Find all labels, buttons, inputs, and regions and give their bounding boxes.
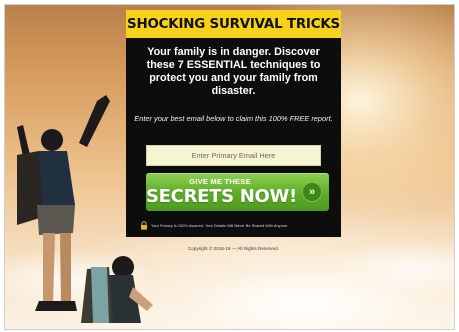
cta-small-text: GIVE ME THESE [189, 177, 251, 186]
lock-icon [141, 220, 147, 230]
copyright-text: Copyright © 2015-16 — All Rights Reserve… [188, 246, 279, 251]
email-input[interactable] [146, 145, 321, 166]
get-secrets-button[interactable]: GIVE ME THESE SECRETS NOW! » [146, 173, 329, 211]
headline-bar: SHOCKING SURVIVAL TRICKS [126, 10, 341, 38]
double-chevron-right-icon: » [302, 182, 322, 202]
privacy-notice: Your Privacy Is 100% Assured. Your Detai… [140, 220, 335, 230]
headline: SHOCKING SURVIVAL TRICKS [127, 16, 340, 32]
optin-panel: SHOCKING SURVIVAL TRICKS Your family is … [126, 10, 341, 237]
page-frame: SHOCKING SURVIVAL TRICKS Your family is … [4, 4, 455, 330]
instruction-text: Enter your best email below to claim thi… [134, 114, 333, 123]
privacy-text: Your Privacy Is 100% Assured. Your Detai… [151, 222, 289, 228]
cta-main-text: SECRETS NOW! [146, 186, 297, 207]
subheadline: Your family is in danger. Discover these… [146, 46, 321, 97]
